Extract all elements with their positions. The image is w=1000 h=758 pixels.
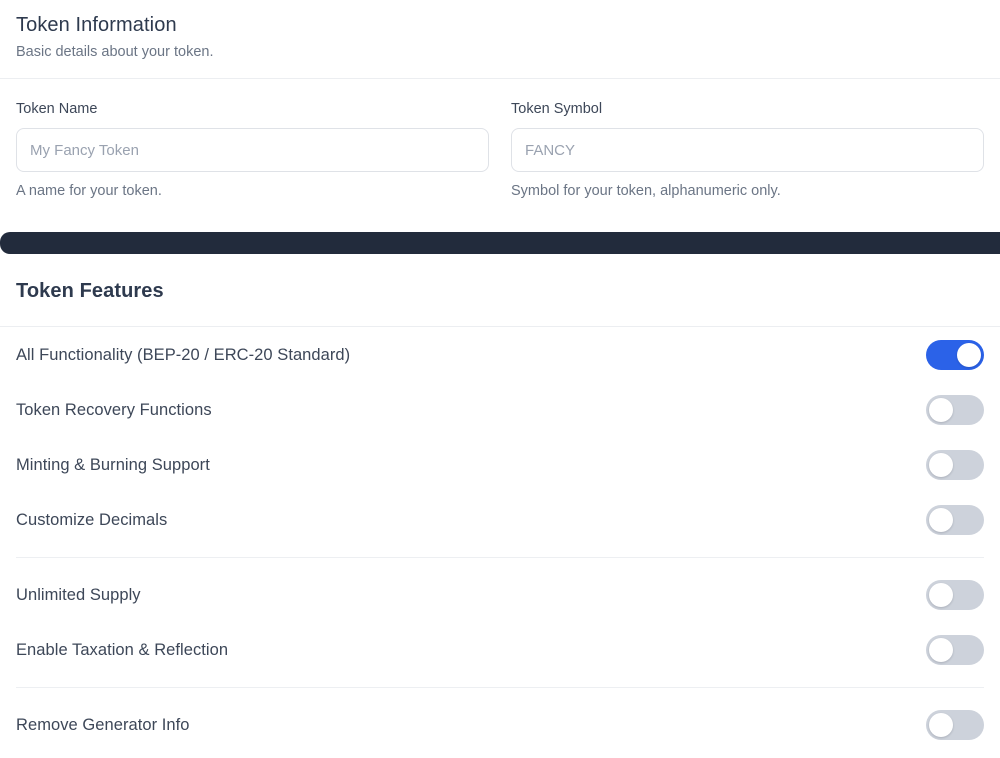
token-features-card: Token Features All Functionality (BEP-20… xyxy=(0,254,1000,752)
feature-group: All Functionality (BEP-20 / ERC-20 Stand… xyxy=(16,327,984,547)
token-features-header: Token Features xyxy=(0,254,1000,326)
token-symbol-help: Symbol for your token, alphanumeric only… xyxy=(511,183,781,199)
feature-row[interactable]: Unlimited Supply xyxy=(16,567,984,622)
section-separator-band xyxy=(0,232,1000,254)
feature-row[interactable]: Token Recovery Functions xyxy=(16,382,984,437)
token-name-input[interactable] xyxy=(16,128,489,172)
token-features-list: All Functionality (BEP-20 / ERC-20 Stand… xyxy=(0,327,1000,752)
feature-label: All Functionality (BEP-20 / ERC-20 Stand… xyxy=(16,345,351,364)
feature-row[interactable]: Enable Taxation & Reflection xyxy=(16,622,984,677)
token-symbol-label: Token Symbol xyxy=(511,101,603,117)
toggle-knob-icon xyxy=(929,582,953,607)
toggle-knob-icon xyxy=(929,397,953,422)
token-features-title: Token Features xyxy=(16,280,164,302)
feature-row[interactable]: Remove Generator Info xyxy=(16,697,984,752)
feature-group-divider xyxy=(16,557,984,558)
feature-group-divider xyxy=(16,687,984,688)
token-symbol-field-group: Token Symbol Symbol for your token, alph… xyxy=(511,99,984,201)
toggle-all-functionality[interactable] xyxy=(926,339,984,370)
token-symbol-input[interactable] xyxy=(511,128,984,172)
toggle-minting-burning-support[interactable] xyxy=(926,449,984,480)
toggle-enable-taxation-reflection[interactable] xyxy=(926,634,984,665)
toggle-token-recovery-functions[interactable] xyxy=(926,394,984,425)
feature-label: Unlimited Supply xyxy=(16,585,141,604)
toggle-knob-icon xyxy=(929,452,953,477)
feature-row[interactable]: All Functionality (BEP-20 / ERC-20 Stand… xyxy=(16,327,984,382)
feature-label: Minting & Burning Support xyxy=(16,455,210,474)
feature-row[interactable]: Customize Decimals xyxy=(16,492,984,547)
token-name-field-group: Token Name A name for your token. xyxy=(16,99,489,201)
feature-label: Token Recovery Functions xyxy=(16,400,212,419)
feature-label: Customize Decimals xyxy=(16,510,168,529)
toggle-customize-decimals[interactable] xyxy=(926,504,984,535)
page-title: Token Information xyxy=(16,14,177,36)
token-name-help: A name for your token. xyxy=(16,183,162,199)
token-name-label: Token Name xyxy=(16,101,98,117)
feature-group: Unlimited Supply Enable Taxation & Refle… xyxy=(16,567,984,677)
toggle-knob-icon xyxy=(957,342,981,367)
toggle-unlimited-supply[interactable] xyxy=(926,579,984,610)
token-information-card: Token Information Basic details about yo… xyxy=(0,0,1000,201)
toggle-remove-generator-info[interactable] xyxy=(926,709,984,740)
feature-label: Enable Taxation & Reflection xyxy=(16,640,229,659)
toggle-knob-icon xyxy=(929,637,953,662)
toggle-knob-icon xyxy=(929,507,953,532)
feature-label: Remove Generator Info xyxy=(16,715,190,734)
page-subtitle: Basic details about your token. xyxy=(16,44,214,60)
feature-group: Remove Generator Info xyxy=(16,697,984,752)
token-information-header: Token Information Basic details about yo… xyxy=(0,0,1000,78)
feature-row[interactable]: Minting & Burning Support xyxy=(16,437,984,492)
token-generator-form: Token Information Basic details about yo… xyxy=(0,0,1000,758)
token-information-fields: Token Name A name for your token. Token … xyxy=(0,79,1000,201)
toggle-knob-icon xyxy=(929,712,953,737)
